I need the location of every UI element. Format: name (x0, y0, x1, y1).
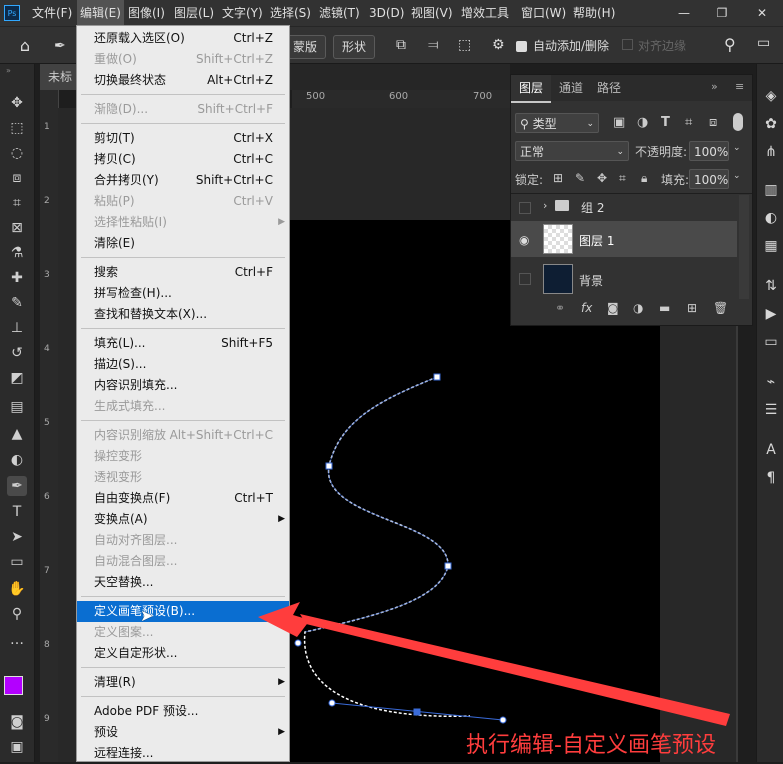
arrow-shaft (300, 614, 730, 726)
arrow-head (258, 602, 310, 637)
annotation-text: 执行编辑-自定义画笔预设 (466, 733, 716, 758)
annotation-arrow (258, 602, 730, 726)
